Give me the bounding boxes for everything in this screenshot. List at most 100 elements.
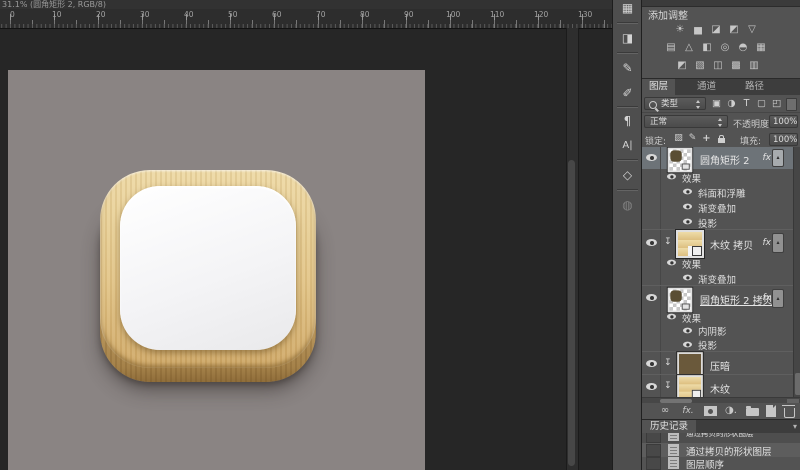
filter-smart-objects-icon[interactable]: ◰ [770,98,783,109]
black-white-adjustment-icon[interactable]: ◧ [699,40,715,55]
filter-pixel-layers-icon[interactable]: ▣ [710,98,723,109]
effect-row[interactable]: 投影 [642,214,793,229]
tab-paths[interactable]: 路径 [738,79,771,95]
layer-thumbnail[interactable] [677,375,703,397]
lock-position-icon[interactable]: + [700,133,713,144]
gradient-map-adjustment-icon[interactable]: ▩ [728,58,744,73]
effects-row[interactable]: 效果 [642,255,793,270]
color-lookup-adjustment-icon[interactable]: ▦ [753,40,769,55]
vibrance-adjustment-icon[interactable]: ▽ [744,22,760,37]
visibility-eye-icon[interactable] [683,189,692,195]
new-layer-icon[interactable] [766,405,776,417]
visibility-eye-icon[interactable] [667,314,676,320]
invert-adjustment-icon[interactable]: ◩ [674,58,690,73]
effects-row[interactable]: 效果 [642,169,793,184]
layer-list-scrollbar[interactable] [793,147,800,397]
selective-color-adjustment-icon[interactable]: ▥ [746,58,762,73]
tab-channels[interactable]: 通道 [690,79,723,95]
layer-name[interactable]: 木纹 拷贝 [710,237,753,252]
effect-row[interactable]: 斜面和浮雕 [642,184,793,199]
collapse-effects-icon[interactable]: ▴ [772,149,784,167]
lock-transparent-pixels-icon[interactable]: ▨ [672,133,685,143]
brush-presets-panel-icon[interactable]: ✐ [613,83,642,103]
visibility-eye-icon[interactable] [683,342,692,348]
add-layer-style-icon[interactable]: fx. [680,403,696,419]
new-adjustment-layer-icon[interactable]: ◑. [724,403,738,419]
tab-layers[interactable]: 图层 [642,79,675,95]
visibility-eye-icon[interactable] [667,260,676,266]
collapse-effects-icon[interactable]: ▴ [772,233,784,253]
exposure-adjustment-icon[interactable]: ◩ [726,22,742,37]
visibility-eye-icon[interactable] [683,219,692,225]
brush-panel-icon[interactable]: ✎ [613,58,642,78]
levels-adjustment-icon[interactable]: ▅ [690,22,706,37]
effect-row[interactable]: 渐变叠加 [642,199,793,214]
scrollbar-thumb[interactable] [568,160,575,466]
delete-layer-icon[interactable] [784,408,795,418]
filter-kind-select[interactable]: 类型 [644,97,706,110]
visibility-eye-icon[interactable] [683,328,692,334]
scrollbar-thumb[interactable] [795,373,800,395]
effect-row[interactable]: 投影 [642,337,793,351]
fill-field[interactable]: 100% ▾ [769,133,798,146]
swatches-panel-icon[interactable]: ▦ [613,0,642,18]
layer-name[interactable]: 圆角矩形 2 [700,152,750,167]
visibility-eye-icon[interactable] [646,154,657,161]
effect-row[interactable]: 渐变叠加 [642,270,793,285]
visibility-eye-icon[interactable] [646,360,657,367]
history-source-well[interactable] [646,457,661,470]
add-layer-mask-icon[interactable] [704,406,717,416]
history-panel-menu-icon[interactable]: ▾ [793,420,797,434]
layer-row[interactable]: 圆角矩形 2 fx ▴ [642,147,793,169]
layer-row[interactable]: 圆角矩形 2 拷贝 fx ▴ [642,285,793,310]
fx-badge[interactable]: fx [763,293,772,303]
color-balance-adjustment-icon[interactable]: △ [681,40,697,55]
visibility-eye-icon[interactable] [683,204,692,210]
photo-filter-adjustment-icon[interactable]: ◎ [717,40,733,55]
effects-row[interactable]: 效果 [642,309,793,323]
layer-row[interactable]: ↧ 木纹 拷贝 fx ▴ [642,229,793,256]
collapse-effects-icon[interactable]: ▴ [772,289,784,308]
horizontal-ruler[interactable]: 0 10 20 30 40 50 60 70 80 90 100 110 120… [0,9,612,29]
effect-row[interactable]: 内阴影 [642,323,793,337]
styles-panel-icon[interactable]: ◨ [613,28,642,48]
blend-mode-select[interactable]: 正常 [644,115,728,128]
hue-saturation-adjustment-icon[interactable]: ▤ [663,40,679,55]
document-canvas[interactable] [8,70,425,470]
visibility-eye-icon[interactable] [646,383,657,390]
history-item-clipped[interactable]: 通过拷贝的形状图层 [642,433,800,443]
character-panel-icon[interactable]: A| [613,136,642,156]
document-vertical-scrollbar[interactable] [566,28,579,470]
fx-badge[interactable]: fx [763,153,772,163]
curves-adjustment-icon[interactable]: ◪ [708,22,724,37]
history-item[interactable]: 通过拷贝的形状图层 [642,443,800,457]
link-layers-icon[interactable]: ∞ [658,403,672,419]
opacity-field[interactable]: 100% ▾ [769,115,798,128]
brightness-contrast-adjustment-icon[interactable]: ☀ [672,22,688,37]
lock-all-icon[interactable] [718,138,725,143]
history-source-well[interactable] [646,433,661,443]
visibility-eye-icon[interactable] [683,275,692,281]
layer-filtering-toggle[interactable] [786,98,797,111]
fx-badge[interactable]: fx [763,238,772,248]
visibility-eye-icon[interactable] [667,174,676,180]
visibility-eye-icon[interactable] [646,294,657,301]
tab-history[interactable]: 历史记录 [642,420,696,434]
history-item[interactable]: 图层顺序 [642,457,800,470]
layer-name[interactable]: 木纹 [710,381,730,396]
threshold-adjustment-icon[interactable]: ◫ [710,58,726,73]
notes-panel-icon[interactable]: ◍ [613,195,642,215]
filter-shape-layers-icon[interactable]: ▢ [755,98,768,109]
layer-name[interactable]: 压暗 [710,358,730,373]
new-group-icon[interactable] [746,408,759,416]
visibility-eye-icon[interactable] [646,239,657,246]
lock-image-pixels-icon[interactable]: ✎ [686,133,699,143]
history-source-well[interactable] [646,444,661,457]
layer-row[interactable]: ↧ 压暗 [642,351,793,375]
layer-row[interactable]: ↧ 木纹 [642,374,793,397]
filter-type-layers-icon[interactable]: T [740,98,753,109]
posterize-adjustment-icon[interactable]: ▧ [692,58,708,73]
channel-mixer-adjustment-icon[interactable]: ◓ [735,40,751,55]
layer-thumbnail[interactable] [676,230,704,258]
filter-adjustment-layers-icon[interactable]: ◑ [725,98,738,109]
